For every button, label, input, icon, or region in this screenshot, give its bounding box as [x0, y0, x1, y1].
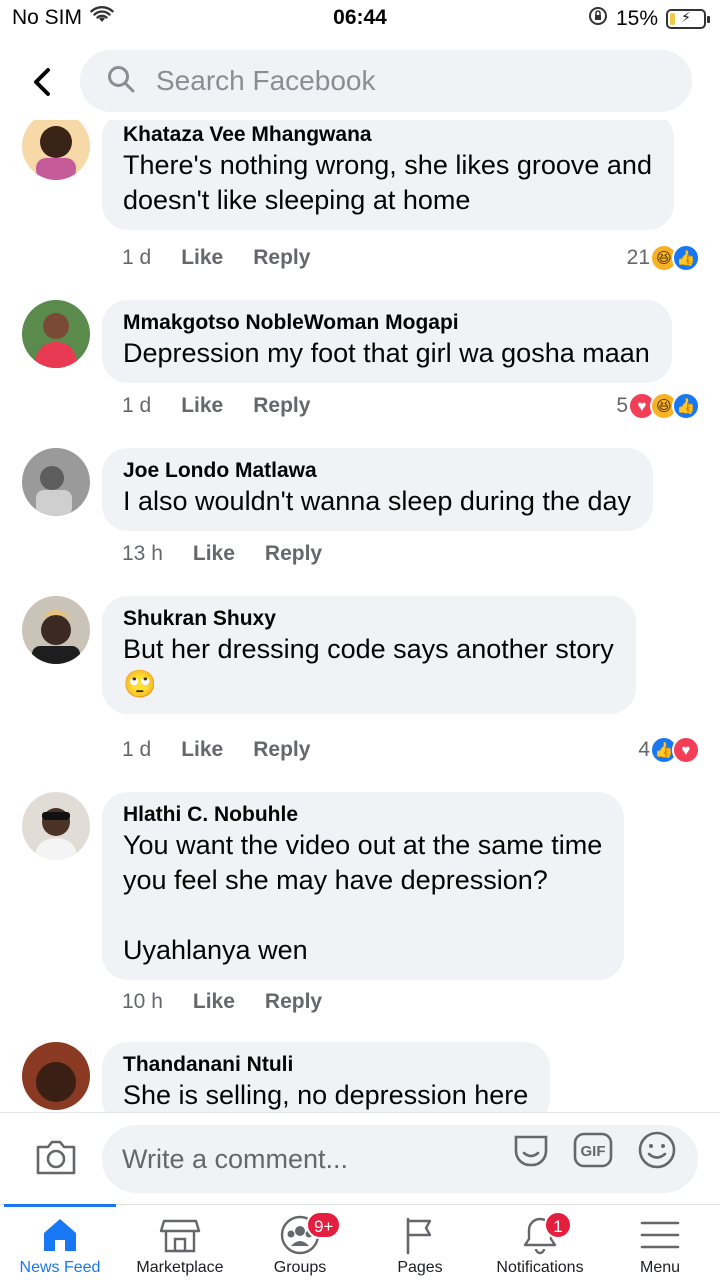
avatar-photo: [22, 300, 90, 368]
nav-notifications[interactable]: 1 Notifications: [480, 1205, 600, 1280]
nav-label: Menu: [639, 1259, 681, 1276]
battery-percent: 15%: [615, 7, 658, 30]
nav-groups[interactable]: 9+ Groups: [240, 1205, 360, 1280]
emoji-icon[interactable]: [636, 1129, 678, 1171]
nav-label: Marketplace: [136, 1259, 224, 1276]
comment-actions: 10 h Like Reply: [122, 990, 352, 1014]
marketplace-icon: [159, 1219, 201, 1253]
avatar[interactable]: [22, 596, 90, 664]
status-right: 15% ⚡: [588, 6, 710, 32]
comment-placeholder: Write a comment...: [122, 1143, 349, 1174]
comment-text: Depression my foot that girl wa gosha ma…: [123, 338, 650, 368]
comment-time: 1 d: [122, 246, 152, 269]
search-placeholder: Search Facebook: [156, 65, 376, 96]
reply-button[interactable]: Reply: [253, 246, 310, 270]
love-reaction-icon: ♥: [672, 736, 700, 764]
home-icon: [44, 1219, 76, 1251]
avatar-photo: [22, 120, 90, 180]
comment-time: 10 h: [122, 990, 163, 1013]
avatar-photo: [22, 792, 90, 860]
camera-icon[interactable]: [34, 1137, 78, 1177]
battery-icon: ⚡: [666, 9, 710, 29]
header: Search Facebook: [0, 44, 720, 120]
comment-bubble[interactable]: Khataza Vee Mhangwana There's nothing wr…: [102, 120, 674, 230]
comment-actions: 13 h Like Reply: [122, 542, 352, 566]
comment-actions: 1 d Like Reply: [122, 394, 340, 418]
comment-author[interactable]: Mmakgotso NobleWoman Mogapi: [123, 310, 650, 336]
like-button[interactable]: Like: [181, 738, 223, 762]
reaction-summary[interactable]: 21 😆 👍: [627, 244, 700, 272]
like-button[interactable]: Like: [193, 542, 235, 566]
like-button[interactable]: Like: [193, 990, 235, 1014]
pages-flag-icon: [406, 1217, 432, 1255]
like-button[interactable]: Like: [181, 246, 223, 270]
search-icon: [106, 64, 136, 99]
reply-button[interactable]: Reply: [265, 990, 322, 1014]
avatar-photo: [22, 1042, 90, 1110]
like-reaction-icon: 👍: [672, 244, 700, 272]
comment-text: She is selling, no depression here: [123, 1080, 529, 1110]
avatar[interactable]: [22, 120, 90, 180]
gif-icon[interactable]: GIF: [572, 1129, 614, 1171]
reply-button[interactable]: Reply: [253, 394, 310, 418]
reaction-summary[interactable]: 5 ♥ 😆 👍: [616, 392, 700, 420]
charging-icon: ⚡: [681, 9, 691, 25]
comment-author[interactable]: Hlathi C. Nobuhle: [123, 802, 602, 828]
hamburger-icon: [640, 1221, 680, 1249]
reaction-count: 4: [638, 738, 650, 761]
like-reaction-icon: 👍: [672, 392, 700, 420]
comment-author[interactable]: Khataza Vee Mhangwana: [123, 122, 652, 148]
gif-label: GIF: [581, 1143, 606, 1160]
reaction-count: 21: [626, 246, 650, 269]
nav-label: Groups: [273, 1259, 327, 1276]
chevron-left-icon: [34, 68, 50, 96]
comment-bubble[interactable]: Hlathi C. Nobuhle You want the video out…: [102, 792, 625, 980]
avatar-photo: [22, 596, 90, 664]
avatar-photo: [22, 448, 90, 516]
active-tab-indicator: [4, 1204, 116, 1207]
comment-time: 1 d: [122, 738, 152, 761]
comment-composer: Write a comment... GIF: [0, 1112, 720, 1204]
back-button[interactable]: [24, 60, 60, 104]
comment-time: 1 d: [122, 394, 152, 417]
avatar[interactable]: [22, 792, 90, 860]
comment-bubble[interactable]: Thandanani Ntuli She is selling, no depr…: [102, 1042, 551, 1112]
nav-news-feed[interactable]: News Feed: [0, 1204, 120, 1280]
status-bar: No SIM 06:44 15% ⚡: [0, 0, 720, 40]
like-button[interactable]: Like: [181, 394, 223, 418]
search-input[interactable]: Search Facebook: [80, 50, 692, 112]
comment-bubble[interactable]: Shukran Shuxy But her dressing code says…: [102, 596, 636, 714]
comment-text: I also wouldn't wanna sleep during the d…: [123, 486, 631, 516]
comment-bubble[interactable]: Joe Londo Matlawa I also wouldn't wanna …: [102, 448, 653, 531]
comment-author[interactable]: Shukran Shuxy: [123, 606, 614, 632]
reply-button[interactable]: Reply: [265, 542, 322, 566]
comment-text: There's nothing wrong, she likes groove …: [123, 150, 652, 215]
comment-actions: 1 d Like Reply: [122, 738, 340, 762]
avatar[interactable]: [22, 448, 90, 516]
nav-marketplace[interactable]: Marketplace: [120, 1205, 240, 1280]
comment-time: 13 h: [122, 542, 163, 565]
comment-author[interactable]: Joe Londo Matlawa: [123, 458, 631, 484]
avatar[interactable]: [22, 1042, 90, 1110]
nav-label: Notifications: [496, 1259, 584, 1276]
comment-bubble[interactable]: Mmakgotso NobleWoman Mogapi Depression m…: [102, 300, 672, 383]
reaction-count: 5: [616, 394, 628, 417]
comment-text: You want the video out at the same time …: [123, 830, 603, 965]
comment-list[interactable]: Khataza Vee Mhangwana There's nothing wr…: [0, 120, 720, 1112]
nav-menu[interactable]: Menu: [600, 1205, 720, 1280]
nav-label: Pages: [397, 1259, 443, 1276]
comment-actions: 1 d Like Reply: [122, 246, 340, 270]
nav-pages[interactable]: Pages: [360, 1205, 480, 1280]
reaction-summary[interactable]: 4 👍 ♥: [638, 736, 700, 764]
orientation-lock-icon: [588, 6, 608, 32]
comment-author[interactable]: Thandanani Ntuli: [123, 1052, 528, 1078]
bottom-nav: News Feed Marketplace 9+ Groups Pages 1 …: [0, 1204, 720, 1280]
sticker-icon[interactable]: [510, 1129, 552, 1171]
reply-button[interactable]: Reply: [253, 738, 310, 762]
comment-text: But her dressing code says another story…: [123, 634, 614, 699]
nav-label: News Feed: [19, 1259, 101, 1276]
avatar[interactable]: [22, 300, 90, 368]
notifications-badge: 1: [544, 1211, 572, 1239]
groups-badge: 9+: [306, 1211, 342, 1239]
